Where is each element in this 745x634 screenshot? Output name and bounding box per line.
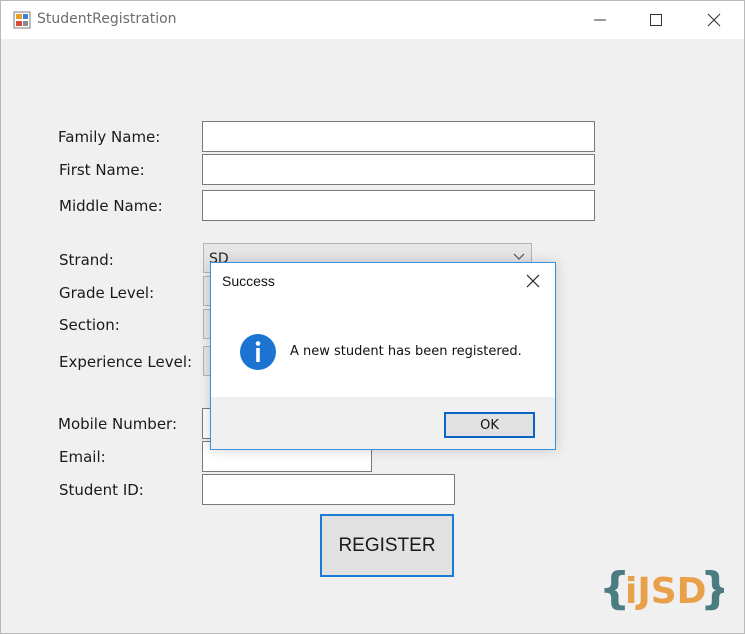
register-button[interactable]: REGISTER bbox=[320, 514, 454, 577]
dialog-body: A new student has been registered. bbox=[211, 299, 555, 397]
success-dialog: Success A new student has been registere… bbox=[210, 262, 556, 450]
ijsd-logo: { iJSD } bbox=[599, 563, 724, 614]
form-app-icon bbox=[13, 11, 31, 29]
family-name-field[interactable] bbox=[202, 121, 595, 152]
section-label: Section: bbox=[59, 316, 120, 334]
mobile-number-label: Mobile Number: bbox=[58, 415, 178, 433]
grade-level-label: Grade Level: bbox=[59, 284, 155, 302]
close-icon bbox=[526, 274, 540, 288]
strand-label: Strand: bbox=[59, 251, 114, 269]
dialog-close-button[interactable] bbox=[511, 263, 555, 299]
dialog-title: Success bbox=[222, 273, 275, 289]
student-id-label: Student ID: bbox=[59, 481, 144, 499]
ok-button[interactable]: OK bbox=[444, 412, 535, 438]
close-button[interactable] bbox=[685, 1, 743, 39]
email-label: Email: bbox=[59, 448, 106, 466]
dialog-message: A new student has been registered. bbox=[290, 344, 522, 359]
close-icon bbox=[707, 13, 721, 27]
main-window: StudentRegistration Family Name: First N… bbox=[0, 0, 745, 634]
first-name-field[interactable] bbox=[202, 154, 595, 185]
dialog-footer: OK bbox=[211, 397, 555, 449]
first-name-label: First Name: bbox=[59, 161, 145, 179]
student-id-field[interactable] bbox=[202, 474, 455, 505]
chevron-down-icon bbox=[513, 253, 525, 260]
middle-name-label: Middle Name: bbox=[59, 197, 163, 215]
info-icon bbox=[240, 334, 276, 370]
maximize-icon bbox=[650, 14, 662, 26]
minimize-icon bbox=[594, 19, 606, 21]
family-name-label: Family Name: bbox=[58, 128, 161, 146]
middle-name-field[interactable] bbox=[202, 190, 595, 221]
svg-text:iJSD: iJSD bbox=[625, 571, 707, 612]
window-title: StudentRegistration bbox=[37, 11, 177, 27]
title-bar[interactable]: StudentRegistration bbox=[1, 1, 744, 39]
maximize-button[interactable] bbox=[627, 1, 685, 39]
experience-level-label: Experience Level: bbox=[59, 353, 193, 371]
svg-text:}: } bbox=[700, 563, 724, 614]
minimize-button[interactable] bbox=[571, 1, 629, 39]
